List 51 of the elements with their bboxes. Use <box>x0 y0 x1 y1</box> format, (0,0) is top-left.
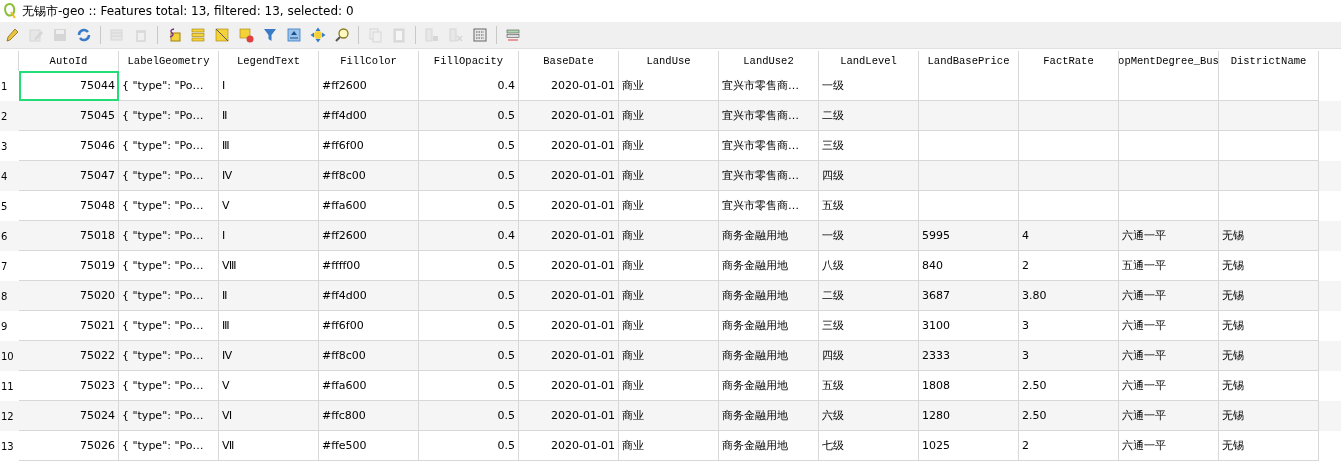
table-cell: 75026 <box>19 431 119 461</box>
row-number[interactable]: 1 <box>0 71 19 101</box>
row-number[interactable]: 4 <box>0 161 19 191</box>
toolbar-button[interactable] <box>212 25 232 45</box>
column-add-icon <box>424 27 440 43</box>
window-title: 无锡市-geo :: Features total: 13, filtered: 13, selected: 0 <box>22 2 354 20</box>
row-number[interactable]: 12 <box>0 401 19 431</box>
toolbar-button[interactable] <box>236 25 256 45</box>
rows-icon <box>190 27 206 43</box>
table-cell: 2 <box>1019 431 1119 461</box>
table-cell: Ⅶ <box>219 431 319 461</box>
row-number[interactable]: 9 <box>0 311 19 341</box>
table-cell: 2020-01-01 <box>519 431 619 461</box>
calculator-icon <box>472 27 488 43</box>
multi-edit-icon <box>28 27 44 43</box>
pencil-icon <box>4 27 20 43</box>
paste-icon <box>391 27 407 43</box>
table-cell: 1025 <box>919 431 1019 461</box>
table-cell: 商业 <box>619 431 719 461</box>
row-number[interactable]: 3 <box>0 131 19 161</box>
column-header[interactable]: AutoId <box>19 51 119 71</box>
row-number[interactable]: 7 <box>0 251 19 281</box>
invert-selection-icon <box>214 27 230 43</box>
conditional-format-icon <box>505 27 521 43</box>
filter-icon <box>262 27 278 43</box>
toolbar-button[interactable] <box>284 25 304 45</box>
table-cell: 无锡 <box>1219 431 1319 461</box>
table-cell: 75044 <box>19 71 119 101</box>
trash-icon <box>133 27 149 43</box>
table-cell: { "type": "Po… <box>119 431 219 461</box>
app-logo-icon <box>3 3 17 19</box>
row-number[interactable]: 5 <box>0 191 19 221</box>
table-cell: 商务金融用地 <box>719 431 819 461</box>
table-cell: 六通一平 <box>1119 431 1219 461</box>
zoom-icon <box>334 27 350 43</box>
row-number[interactable]: 11 <box>0 371 19 401</box>
table-cell: 0.5 <box>419 431 519 461</box>
save-icon <box>52 27 68 43</box>
table-cell: #ffe500 <box>319 431 419 461</box>
table-cell: 七级 <box>819 431 919 461</box>
row-number[interactable]: 10 <box>0 341 19 371</box>
row-number[interactable]: 13 <box>0 431 19 461</box>
reload-icon <box>76 27 92 43</box>
row-number[interactable]: 8 <box>0 281 19 311</box>
pan-arrows-icon <box>310 27 326 43</box>
deselect-icon <box>238 27 254 43</box>
column-delete-icon <box>448 27 464 43</box>
row-number[interactable]: 6 <box>0 221 19 251</box>
row-number[interactable]: 2 <box>0 101 19 131</box>
move-to-top-icon <box>286 27 302 43</box>
toolbar-button[interactable] <box>308 25 328 45</box>
